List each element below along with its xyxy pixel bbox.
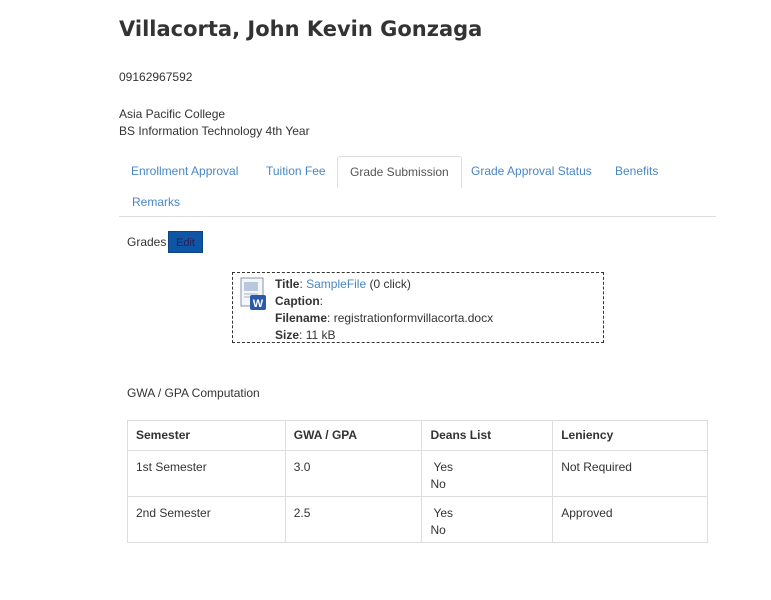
- deans-list-yes-option[interactable]: Yes: [430, 505, 544, 522]
- file-filename-key: Filename: [275, 311, 328, 325]
- cell-gwa: 3.0: [284, 450, 423, 497]
- file-filename-value: registrationformvillacorta.docx: [333, 311, 494, 325]
- deans-list-yes-option[interactable]: Yes: [430, 459, 544, 476]
- edit-button[interactable]: Edit: [168, 231, 203, 253]
- svg-text:W: W: [253, 298, 264, 310]
- gwa-table: Semester GWA / GPA Deans List Leniency 1…: [127, 420, 708, 543]
- file-size-row: Size: 11 kB: [275, 328, 336, 342]
- cell-semester: 1st Semester: [127, 450, 286, 497]
- cell-leniency: Not Required: [552, 450, 708, 497]
- header-deans-list: Deans List: [421, 420, 554, 451]
- gwa-section-title: GWA / GPA Computation: [127, 386, 260, 400]
- file-filename-row: Filename: registrationformvillacorta.doc…: [275, 311, 494, 325]
- tab-enrollment-approval[interactable]: Enrollment Approval: [119, 156, 250, 187]
- cell-deans-list: Yes No: [421, 496, 554, 543]
- tab-remarks[interactable]: Remarks: [120, 187, 192, 218]
- header-leniency: Leniency: [552, 420, 708, 451]
- file-click-count: (0 click): [369, 277, 411, 291]
- attachment-box: W Title: SampleFile (0 click) Caption: F…: [232, 272, 604, 343]
- tab-grade-submission[interactable]: Grade Submission: [337, 156, 462, 188]
- program-name: BS Information Technology 4th Year: [119, 124, 310, 138]
- file-title-link[interactable]: SampleFile: [306, 277, 366, 291]
- cell-leniency: Approved: [552, 496, 708, 543]
- file-size-key: Size: [275, 328, 300, 342]
- header-semester: Semester: [127, 420, 286, 451]
- table-header-row: Semester GWA / GPA Deans List Leniency: [127, 420, 708, 451]
- file-title-key: Title: [275, 277, 300, 291]
- tab-bar-divider: [119, 216, 716, 217]
- phone-number: 09162967592: [119, 70, 193, 84]
- school-info: Asia Pacific College BS Information Tech…: [119, 106, 310, 140]
- file-size-value: 11 kB: [305, 328, 336, 342]
- file-caption-key: Caption: [275, 294, 320, 308]
- header-gwa: GWA / GPA: [284, 420, 423, 451]
- school-name: Asia Pacific College: [119, 107, 226, 121]
- cell-gwa: 2.5: [284, 496, 423, 543]
- file-meta: Title: SampleFile (0 click) Caption: Fil…: [275, 276, 493, 344]
- cell-deans-list: Yes No: [421, 450, 554, 497]
- tab-tuition-fee[interactable]: Tuition Fee: [254, 156, 338, 187]
- tab-bar: Enrollment Approval Tuition Fee Grade Su…: [119, 156, 716, 218]
- student-name: Villacorta, John Kevin Gonzaga: [119, 17, 483, 41]
- grades-label: Grades: [127, 235, 167, 249]
- deans-list-no-option[interactable]: No: [430, 522, 544, 539]
- deans-list-no-option[interactable]: No: [430, 476, 544, 493]
- tab-benefits[interactable]: Benefits: [603, 156, 670, 187]
- file-caption-row: Caption:: [275, 294, 324, 308]
- table-row: 1st Semester 3.0 Yes No Not Required: [127, 450, 708, 497]
- table-row: 2nd Semester 2.5 Yes No Approved: [127, 496, 708, 543]
- file-title-row: Title: SampleFile (0 click): [275, 277, 411, 291]
- word-document-icon[interactable]: W: [237, 277, 267, 311]
- tab-grade-approval-status[interactable]: Grade Approval Status: [459, 156, 604, 187]
- cell-semester: 2nd Semester: [127, 496, 286, 543]
